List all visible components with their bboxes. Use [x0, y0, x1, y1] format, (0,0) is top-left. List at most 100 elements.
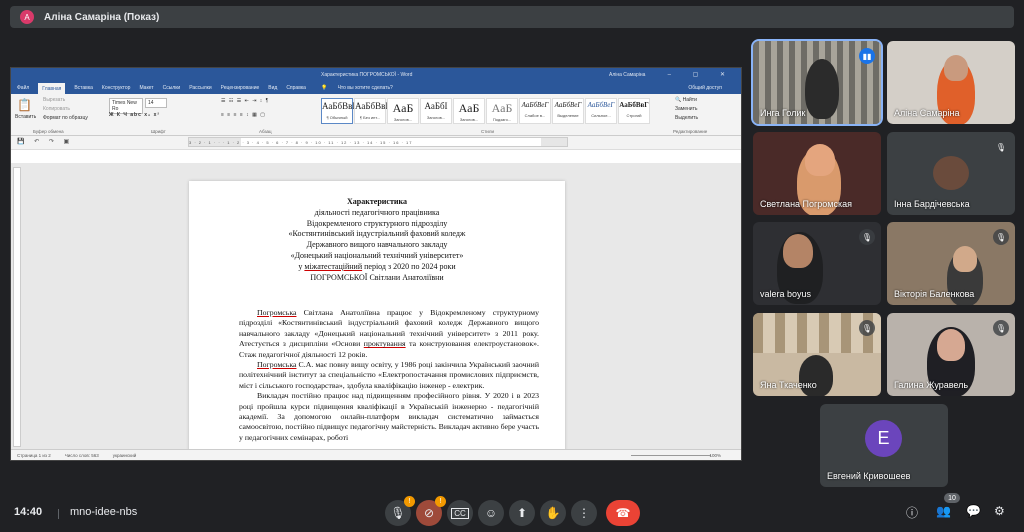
hand-icon: ✋ [545, 506, 561, 520]
participant-tile[interactable]: E Евгений Кривошеев [820, 404, 948, 487]
paragraph: Викладач постійно працює над підвищенням… [239, 391, 539, 442]
paste-button[interactable]: Вставить [15, 114, 36, 120]
participant-name: Светлана Погромская [760, 199, 853, 209]
tab-references[interactable]: Ссылки [163, 85, 181, 91]
captions-button[interactable]: CC [447, 500, 473, 526]
paste-icon[interactable]: 📋 [17, 98, 32, 112]
style-heading-3[interactable]: АаБ Заголов... [453, 98, 485, 124]
horizontal-ruler[interactable]: 3 · 2 · 1 · · · 1 · 2 · 3 · 4 · 5 · 6 · … [188, 137, 568, 147]
mic-button[interactable]: 🎙! [385, 496, 415, 526]
document-page[interactable]: Характеристика діяльності педагогічного … [189, 181, 565, 449]
people-button[interactable]: 👥 [936, 504, 951, 518]
font-format-tools[interactable]: Ж К Ч abc x₂ x² [109, 112, 160, 118]
copy-button[interactable]: Копировать [43, 106, 70, 112]
format-painter-button[interactable]: Формат по образцу [43, 115, 88, 121]
participant-name: valera boyus [760, 289, 812, 299]
participant-tile[interactable]: Светлана Погромская [753, 132, 881, 215]
tab-design[interactable]: Конструктор [102, 85, 131, 91]
mic-off-icon: 🎙 [993, 320, 1009, 336]
mic-off-icon: 🎙 [859, 320, 875, 336]
header-line: Відокремленого структурного підрозділу [306, 218, 448, 228]
replace-button[interactable]: Заменить [675, 106, 697, 112]
vertical-ruler [13, 167, 21, 447]
style-no-spacing[interactable]: АаБбВвГ ¶ Без инт... [354, 98, 391, 124]
phone-hangup-icon: ☎ [615, 506, 631, 520]
mic-off-icon: 🎙 [993, 139, 1009, 155]
style-subtitle[interactable]: АаБ Подзаго... [486, 98, 518, 124]
participant-tile[interactable]: Аліна Самаріна [887, 41, 1015, 124]
raise-hand-button[interactable]: ✋ [540, 500, 566, 526]
participant-name: Инга Голик [760, 108, 806, 118]
chat-button[interactable]: 💬 [966, 504, 981, 518]
tab-mailings[interactable]: Рассылки [189, 85, 211, 91]
participant-tile[interactable]: 🎙 Яна Ткаченко [753, 313, 881, 396]
ruler-numbers: 3 · 2 · 1 · · · 1 · 2 · 3 · 4 · 5 · 6 · … [189, 140, 413, 145]
activities-icon: ⚙ [994, 504, 1005, 518]
info-icon: ⓘ [906, 506, 919, 520]
activities-button[interactable]: ⚙ [994, 504, 1005, 518]
tab-file[interactable]: Файл [17, 85, 29, 91]
meeting-info-button[interactable]: ⓘ [906, 504, 918, 521]
warning-badge: ! [435, 496, 446, 507]
tab-view[interactable]: Вид [268, 85, 277, 91]
word-titlebar: Характеристика ПОГРОМСЬКОЇ - Word Аліна … [11, 68, 741, 81]
align-buttons[interactable]: ≡ ≡ ≡ ≡ ↕ ▦ ▢ [221, 112, 266, 118]
captions-icon: CC [451, 507, 469, 519]
camera-button[interactable]: ⊘! [416, 496, 446, 526]
find-button[interactable]: 🔍 Найти [675, 97, 697, 103]
participant-tile[interactable]: 🎙 valera boyus [753, 222, 881, 305]
participant-tile[interactable]: 🎙 Інна Бардічевська [887, 132, 1015, 215]
mic-icon: 🎙 [390, 506, 406, 520]
participant-photo [933, 156, 969, 190]
participant-tile[interactable]: ▮▮ Инга Голик [751, 39, 883, 126]
ribbon: 📋 Вставить Вырезать Копировать Формат по… [11, 94, 741, 136]
zoom-slider[interactable] [631, 455, 711, 456]
shared-screen[interactable]: Характеристика ПОГРОМСЬКОЇ - Word Аліна … [10, 67, 742, 461]
present-button[interactable]: ⬆ [509, 500, 535, 526]
style-strong[interactable]: АаБбВвГ Строгий [618, 98, 650, 124]
tab-help[interactable]: Справка [286, 85, 306, 91]
word-window-title: Характеристика ПОГРОМСЬКОЇ - Word [321, 71, 413, 78]
font-group-label: Шрифт [151, 129, 166, 134]
document-body: Погромська Світлана Анатоліївна працює у… [239, 308, 539, 443]
participant-tile[interactable]: 🎙 Вікторія Баленкова [887, 222, 1015, 305]
participant-name: Інна Бардічевська [894, 199, 970, 209]
speaking-indicator-icon: ▮▮ [859, 48, 875, 64]
leave-call-button[interactable]: ☎ [606, 500, 640, 526]
more-vert-icon: ⋮ [578, 506, 590, 520]
select-button[interactable]: Выделить [675, 115, 698, 121]
header-line: «Костянтинівський індустріальний фаховий… [288, 229, 466, 239]
style-heading-1[interactable]: АаБ Заголов... [387, 98, 419, 124]
more-options-button[interactable]: ⋮ [571, 500, 597, 526]
style-subtle-emphasis[interactable]: АаБбВеГ Слабое в... [519, 98, 551, 124]
style-normal[interactable]: АаБбВвГ ¶ Обычный [321, 98, 358, 124]
save-undo-redo-icons[interactable]: 💾 ↶ ↷ ▣ [17, 138, 73, 145]
meeting-code: mno-idee-nbs [70, 506, 138, 518]
style-intense-emphasis[interactable]: АаБбВеГ Сильное... [585, 98, 617, 124]
tab-layout[interactable]: Макет [139, 85, 153, 91]
reactions-button[interactable]: ☺ [478, 500, 504, 526]
font-size-select[interactable]: 14 [145, 98, 167, 108]
cut-button[interactable]: Вырезать [43, 97, 65, 103]
tab-review[interactable]: Рецензирование [221, 85, 260, 91]
document-header: Характеристика діяльності педагогічного … [189, 197, 565, 283]
share-button[interactable]: Общий доступ [688, 85, 722, 91]
mic-off-icon: 🎙 [859, 229, 875, 245]
people-icon: 👥 [936, 504, 951, 518]
document-area[interactable]: Характеристика діяльності педагогічного … [11, 163, 741, 449]
participant-name: Вікторія Баленкова [894, 289, 975, 299]
style-heading-2[interactable]: АаБбІ Заголов... [420, 98, 452, 124]
participant-tile[interactable]: 🎙 Галина Журавель [887, 313, 1015, 396]
camera-off-icon: ⊘ [423, 506, 435, 520]
header-line: Державного вищого навчального закладу [306, 240, 448, 250]
tell-me-input[interactable]: 💡 Что вы хотите сделать? [321, 85, 402, 91]
participant-avatar: E [865, 420, 902, 457]
chat-icon: 💬 [966, 504, 981, 518]
list-buttons[interactable]: ☰ ☷ ☰ ⇤ ⇥ ↕ ¶ [221, 98, 269, 104]
search-icon: 🔍 [675, 97, 682, 103]
quick-access-toolbar: 💾 ↶ ↷ ▣ 3 · 2 · 1 · · · 1 · 2 · 3 · 4 · … [11, 136, 741, 150]
window-controls[interactable]: – ▢ ✕ [668, 71, 735, 78]
style-emphasis[interactable]: АаБбВеГ Выделение [552, 98, 584, 124]
tab-insert[interactable]: Вставка [74, 85, 93, 91]
tab-home[interactable]: Главная [38, 82, 66, 95]
